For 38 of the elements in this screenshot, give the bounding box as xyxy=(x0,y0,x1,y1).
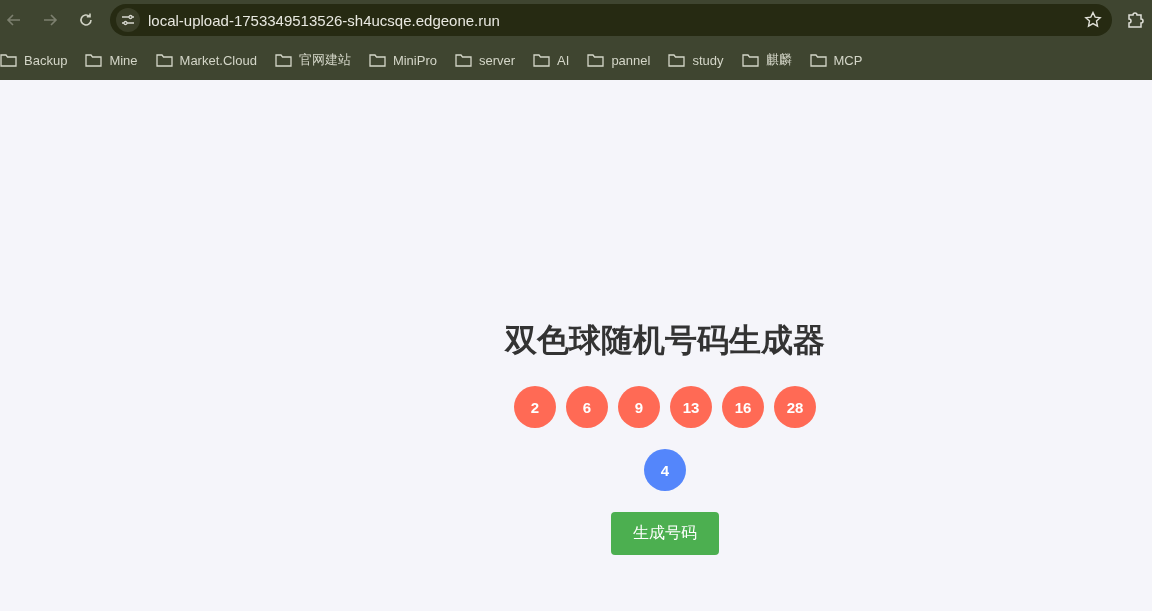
back-icon[interactable] xyxy=(6,12,22,28)
folder-icon xyxy=(274,53,292,67)
url-text: local-upload-1753349513526-sh4ucsqe.edgeone.run xyxy=(148,11,501,29)
folder-icon xyxy=(85,53,103,67)
bookmark-folder[interactable]: 麒麟 xyxy=(741,51,792,69)
bookmark-folder[interactable]: Backup xyxy=(0,52,68,68)
forward-icon[interactable] xyxy=(42,12,58,28)
folder-icon xyxy=(368,53,386,67)
puzzle-icon[interactable] xyxy=(1126,10,1146,30)
page-title: 双色球随机号码生成器 xyxy=(505,321,825,360)
ball: 28 xyxy=(774,386,816,428)
folder-icon xyxy=(0,53,17,67)
folder-icon xyxy=(587,53,605,67)
bookmark-folder[interactable]: server xyxy=(454,52,516,68)
bookmark-folder[interactable]: pannel xyxy=(587,52,651,68)
bookmark-folder[interactable]: MCP xyxy=(809,52,863,68)
reload-icon[interactable] xyxy=(78,12,94,28)
folder-icon xyxy=(533,53,551,67)
ball: 13 xyxy=(670,386,712,428)
folder-icon xyxy=(741,53,759,67)
folder-icon xyxy=(155,53,173,67)
address-bar[interactable]: local-upload-1753349513526-sh4ucsqe.edgeone.run xyxy=(110,4,1112,36)
bookmark-folder[interactable]: Market.Cloud xyxy=(155,52,257,68)
ball: 2 xyxy=(514,386,556,428)
bookmark-star-icon[interactable] xyxy=(1084,11,1102,29)
ball: 9 xyxy=(618,386,660,428)
bookmark-folder[interactable]: AI xyxy=(533,52,570,68)
folder-icon xyxy=(454,53,472,67)
ball: 4 xyxy=(644,449,686,491)
folder-icon xyxy=(668,53,686,67)
folder-icon xyxy=(809,53,827,67)
bookmark-folder[interactable]: MiniPro xyxy=(368,52,437,68)
site-settings-icon[interactable] xyxy=(116,8,140,32)
bookmark-folder[interactable]: Mine xyxy=(85,52,138,68)
bookmark-folder[interactable]: 官网建站 xyxy=(274,51,351,69)
ball: 16 xyxy=(722,386,764,428)
ball: 6 xyxy=(566,386,608,428)
bookmark-folder[interactable]: study xyxy=(668,52,724,68)
